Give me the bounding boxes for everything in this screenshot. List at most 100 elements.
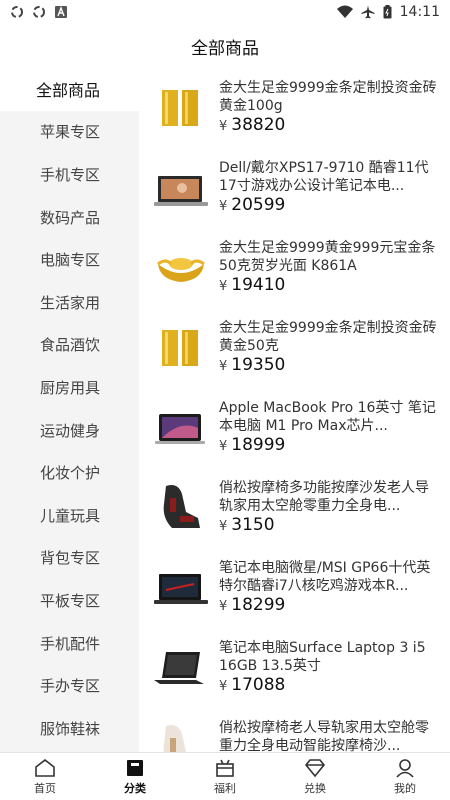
product-name: 笔记本电脑Surface Laptop 3 i5 16GB 13.5英寸	[219, 640, 426, 674]
nav-welfare[interactable]: 福利	[180, 753, 270, 800]
product-item[interactable]: Dell/戴尔XPS17-9710 酷睿11代 17寸游戏办公设计笔记本电...…	[139, 148, 450, 228]
sidebar-item-label: 儿童玩具	[40, 506, 101, 525]
product-price: ¥18299	[219, 595, 285, 615]
surface-laptop-icon	[154, 652, 204, 684]
sidebar-item-phones[interactable]: 手机专区	[0, 153, 139, 196]
sidebar-item-apple[interactable]: 苹果专区	[0, 111, 139, 154]
nav-label: 兑换	[304, 781, 326, 795]
price-value: 19350	[231, 355, 286, 375]
product-item[interactable]: 俏松按摩椅多功能按摩沙发老人导轨家用太空舱零重力全身电... ¥3150	[139, 468, 450, 548]
nav-label: 首页	[34, 781, 56, 795]
currency-symbol: ¥	[219, 359, 228, 374]
product-name: 俏松按摩椅老人导轨家用太空舱零重力全身电动智能按摩椅沙...	[219, 720, 429, 752]
product-price: ¥19350	[219, 355, 285, 375]
gaming-laptop-icon	[154, 574, 208, 604]
page-title: 全部商品	[191, 38, 259, 59]
currency-symbol: ¥	[219, 599, 228, 614]
diamond-icon	[304, 758, 326, 777]
product-name: 俏松按摩椅多功能按摩沙发老人导轨家用太空舱零重力全身电...	[219, 480, 429, 514]
sidebar-item-label: 化妆个护	[40, 464, 101, 483]
sidebar-item-label: 服饰鞋袜	[40, 719, 101, 738]
sidebar-item-phone-accessories[interactable]: 手机配件	[0, 622, 139, 665]
price-value: 18999	[231, 435, 286, 455]
gold-ingot-icon	[157, 258, 205, 282]
sidebar-item-all[interactable]: 全部商品	[0, 68, 139, 111]
nav-label: 我的	[394, 781, 416, 795]
category-sidebar[interactable]: 全部商品 苹果专区 手机专区 数码产品 电脑专区 生活家用 食品酒饮 厨房用具 …	[0, 68, 139, 752]
product-item[interactable]: 金大生足金9999金条定制投资金砖黄金100g ¥38820	[139, 68, 450, 148]
user-icon	[396, 758, 414, 778]
status-left-icons	[10, 5, 68, 19]
page-header: 全部商品	[0, 24, 450, 68]
sidebar-item-label: 背包专区	[40, 549, 101, 568]
notification-a-icon	[55, 6, 67, 18]
gift-icon	[216, 759, 234, 777]
product-item[interactable]: 金大生足金9999金条定制投资金砖黄金50克 ¥19350	[139, 308, 450, 388]
sidebar-item-tablets[interactable]: 平板专区	[0, 579, 139, 622]
product-name: 笔记本电脑微星/MSI GP66十代英特尔酷睿i7八核吃鸡游戏本R...	[219, 560, 431, 594]
product-name: 金大生足金9999金条定制投资金砖黄金100g	[219, 80, 437, 114]
macbook-icon	[155, 414, 205, 444]
currency-symbol: ¥	[219, 279, 228, 294]
sidebar-item-fitness[interactable]: 运动健身	[0, 409, 139, 452]
gold-bar-icon	[162, 330, 198, 366]
product-item[interactable]: 笔记本电脑微星/MSI GP66十代英特尔酷睿i7八核吃鸡游戏本R... ¥18…	[139, 548, 450, 628]
currency-symbol: ¥	[219, 199, 228, 214]
sidebar-item-label: 电脑专区	[40, 251, 101, 270]
sidebar-item-food-drinks[interactable]: 食品酒饮	[0, 324, 139, 367]
price-value: 20599	[231, 195, 286, 215]
airplane-icon	[361, 5, 375, 19]
price-value: 3150	[231, 515, 275, 535]
currency-symbol: ¥	[219, 679, 228, 694]
currency-symbol: ¥	[219, 519, 228, 534]
price-value: 19410	[231, 275, 286, 295]
sidebar-item-toys[interactable]: 儿童玩具	[0, 494, 139, 537]
sidebar-item-household[interactable]: 生活家用	[0, 281, 139, 324]
product-price: ¥20599	[219, 195, 285, 215]
currency-symbol: ¥	[219, 439, 228, 454]
price-value: 17088	[231, 675, 286, 695]
product-name: Apple MacBook Pro 16英寸 笔记本电脑 M1 Pro Max芯…	[219, 400, 436, 434]
sidebar-item-kitchen[interactable]: 厨房用具	[0, 366, 139, 409]
sidebar-item-label: 食品酒饮	[40, 336, 101, 355]
product-list[interactable]: 金大生足金9999金条定制投资金砖黄金100g ¥38820 Dell/戴尔XP…	[139, 68, 450, 752]
product-item[interactable]: 俏松按摩椅老人导轨家用太空舱零重力全身电动智能按摩椅沙...	[139, 708, 450, 752]
status-time: 14:11	[399, 4, 440, 20]
sidebar-item-figures[interactable]: 手办专区	[0, 664, 139, 707]
nav-label: 分类	[124, 781, 146, 795]
product-price: ¥3150	[219, 515, 275, 535]
battery-icon	[383, 5, 392, 19]
home-icon	[35, 758, 55, 777]
nav-label: 福利	[214, 781, 236, 795]
product-item[interactable]: Apple MacBook Pro 16英寸 笔记本电脑 M1 Pro Max芯…	[139, 388, 450, 468]
sidebar-item-label: 手机专区	[40, 165, 101, 184]
product-name: 金大生足金9999金条定制投资金砖黄金50克	[219, 320, 437, 354]
sidebar-item-label: 平板专区	[40, 591, 101, 610]
sidebar-item-label: 全部商品	[36, 81, 101, 101]
sidebar-item-bags[interactable]: 背包专区	[0, 537, 139, 580]
sidebar-item-computers[interactable]: 电脑专区	[0, 238, 139, 281]
product-name: Dell/戴尔XPS17-9710 酷睿11代 17寸游戏办公设计笔记本电...	[219, 160, 429, 194]
wifi-icon	[336, 5, 353, 18]
sidebar-item-label: 数码产品	[40, 208, 101, 227]
sidebar-item-digital[interactable]: 数码产品	[0, 196, 139, 239]
sidebar-item-apparel[interactable]: 服饰鞋袜	[0, 707, 139, 750]
nav-home[interactable]: 首页	[0, 753, 90, 800]
product-item[interactable]: 笔记本电脑Surface Laptop 3 i5 16GB 13.5英寸 ¥17…	[139, 628, 450, 708]
nav-mine[interactable]: 我的	[360, 753, 450, 800]
product-name: 金大生足金9999黄金999元宝金条50克贺岁光面 K861A	[219, 240, 436, 274]
price-value: 38820	[231, 115, 286, 135]
product-item[interactable]: 金大生足金9999黄金999元宝金条50克贺岁光面 K861A ¥19410	[139, 228, 450, 308]
bottom-nav: 首页 分类 福利 兑换 我的	[0, 752, 450, 800]
price-value: 18299	[231, 595, 286, 615]
nav-exchange[interactable]: 兑换	[270, 753, 360, 800]
sidebar-item-cosmetics[interactable]: 化妆个护	[0, 451, 139, 494]
currency-symbol: ¥	[219, 119, 228, 134]
sidebar-item-label: 生活家用	[40, 293, 101, 312]
product-price: ¥19410	[219, 275, 285, 295]
product-price: ¥17088	[219, 675, 285, 695]
sync-icon	[11, 6, 23, 18]
status-right-icons: 14:11	[336, 4, 440, 20]
sidebar-item-label: 苹果专区	[40, 123, 101, 142]
nav-category[interactable]: 分类	[90, 753, 180, 800]
